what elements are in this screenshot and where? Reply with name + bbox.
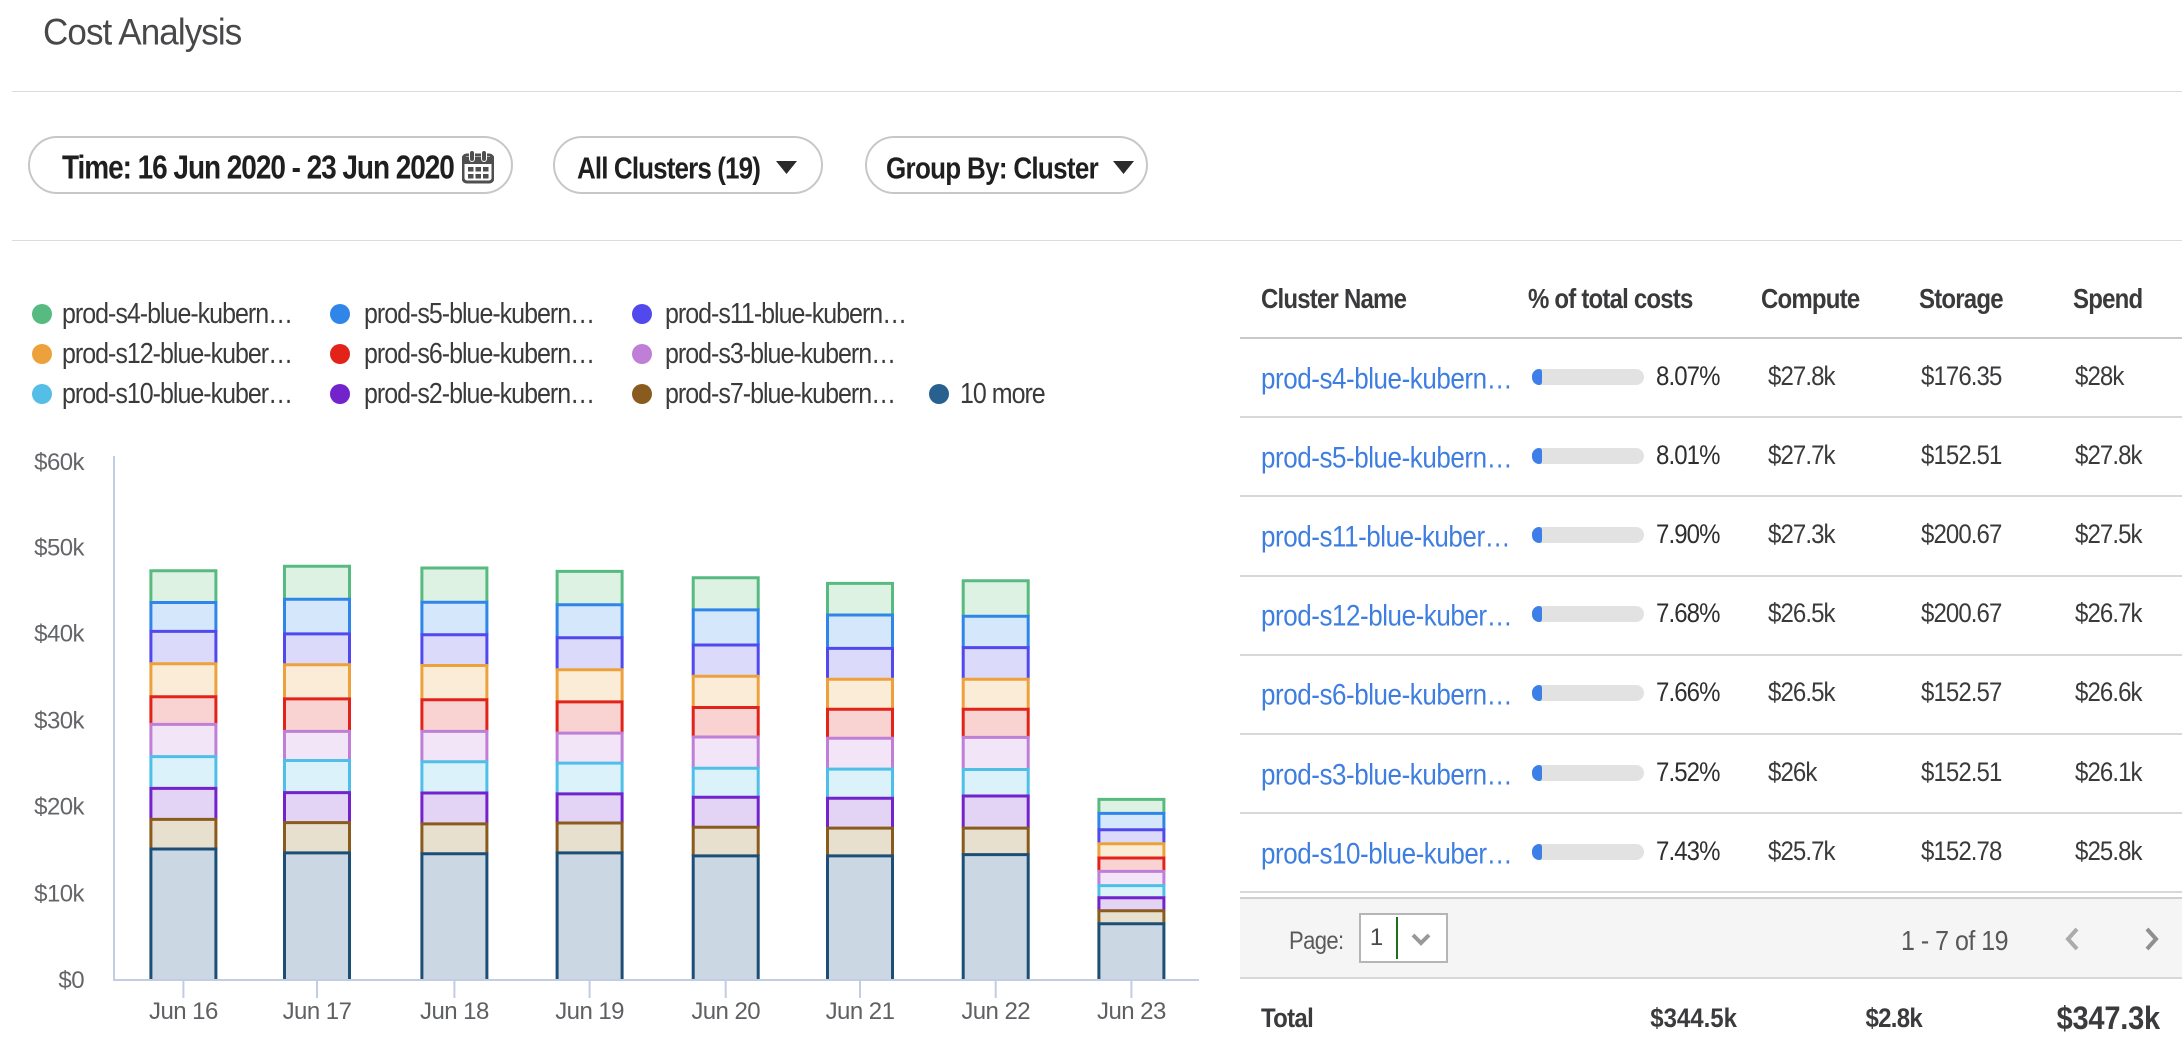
- svg-text:$40k: $40k: [34, 621, 85, 648]
- svg-text:Jun 23: Jun 23: [1097, 998, 1166, 1025]
- svg-text:Jun 17: Jun 17: [283, 998, 352, 1025]
- svg-text:$30k: $30k: [34, 707, 85, 734]
- svg-text:Jun 21: Jun 21: [826, 998, 895, 1025]
- svg-text:$60k: $60k: [34, 449, 85, 476]
- svg-text:Jun 20: Jun 20: [691, 998, 760, 1025]
- svg-text:$20k: $20k: [34, 794, 85, 821]
- svg-text:Jun 22: Jun 22: [961, 998, 1030, 1025]
- svg-text:Jun 19: Jun 19: [555, 998, 624, 1025]
- svg-text:$10k: $10k: [34, 880, 85, 907]
- svg-text:$0: $0: [58, 967, 84, 994]
- svg-text:Jun 16: Jun 16: [149, 998, 218, 1025]
- svg-text:Jun 18: Jun 18: [420, 998, 489, 1025]
- svg-text:$50k: $50k: [34, 534, 85, 561]
